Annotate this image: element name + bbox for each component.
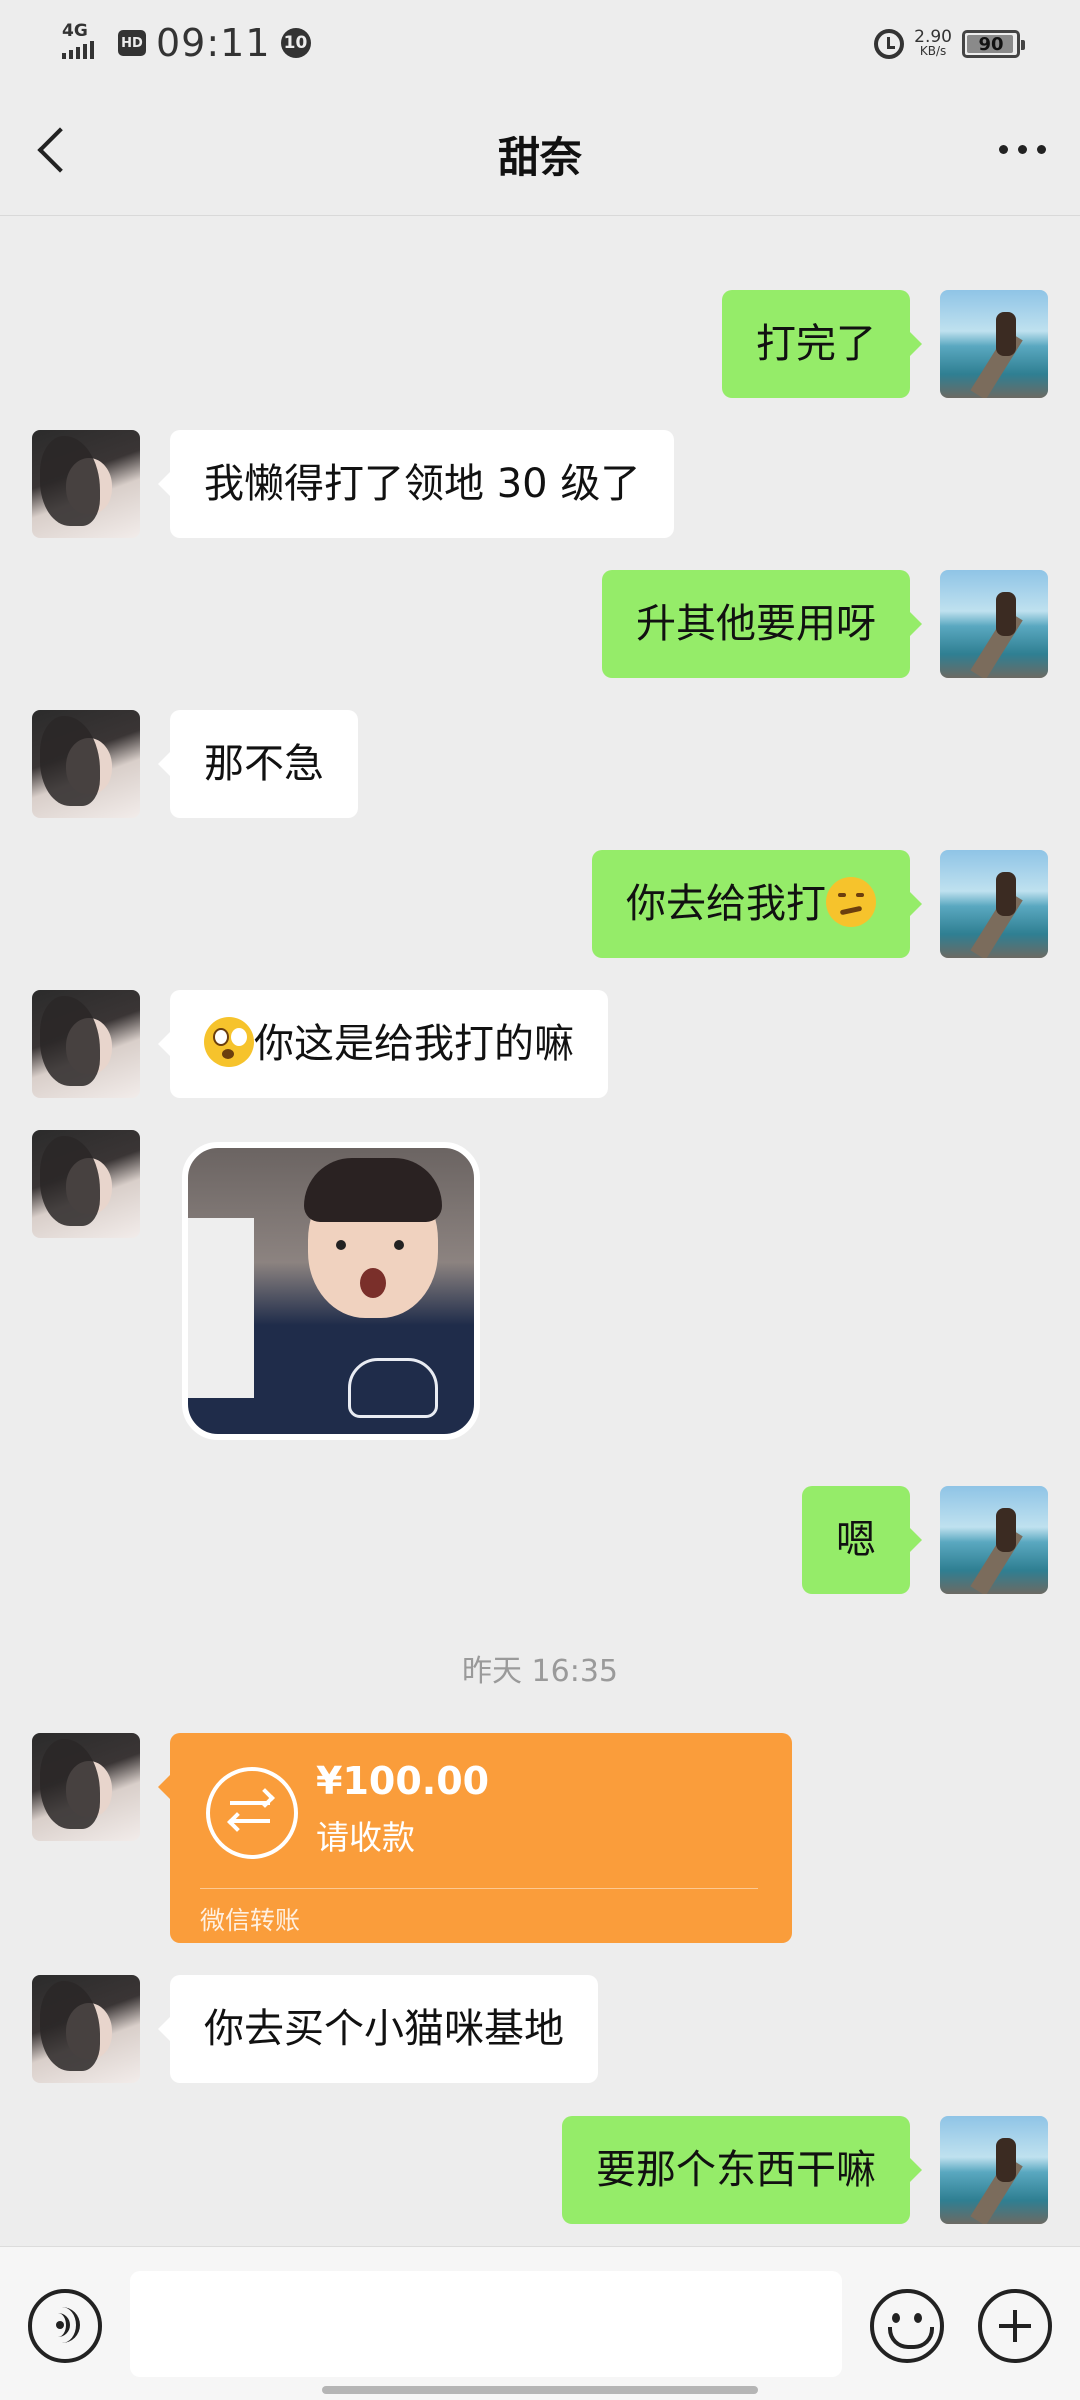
thinking-face-icon bbox=[826, 877, 876, 927]
message-text: 嗯 bbox=[836, 1517, 876, 1563]
home-indicator[interactable] bbox=[322, 2386, 758, 2394]
network-speed: 2.90 KB/s bbox=[914, 27, 952, 59]
battery-level: 90 bbox=[978, 33, 1004, 55]
hd-icon: HD bbox=[118, 30, 146, 56]
more-dots-icon[interactable] bbox=[990, 124, 1054, 174]
transfer-amount: ¥100.00 bbox=[316, 1759, 490, 1803]
message-input[interactable] bbox=[130, 2271, 842, 2377]
contact-avatar[interactable] bbox=[32, 710, 140, 818]
transfer-arrows-icon bbox=[206, 1767, 298, 1859]
contact-avatar[interactable] bbox=[32, 1130, 140, 1238]
incoming-bubble[interactable]: 你去买个小猫咪基地 bbox=[158, 1975, 598, 2083]
plus-icon[interactable] bbox=[978, 2289, 1052, 2363]
incoming-bubble[interactable]: 那不急 bbox=[158, 710, 358, 818]
battery-icon: 90 bbox=[962, 30, 1025, 58]
money-transfer-card[interactable]: ¥100.00 请收款 微信转账 bbox=[158, 1733, 792, 1943]
message-text: 要那个东西干嘛 bbox=[596, 2147, 876, 2193]
network-speed-unit: KB/s bbox=[919, 44, 947, 58]
status-bar: 4G HD 09:11 10 2.90 KB/s 90 bbox=[0, 0, 1080, 84]
outgoing-bubble[interactable]: 你去给我打 bbox=[592, 850, 922, 958]
outgoing-bubble[interactable]: 升其他要用呀 bbox=[602, 570, 922, 678]
my-avatar[interactable] bbox=[940, 570, 1048, 678]
contact-avatar[interactable] bbox=[32, 1733, 140, 1841]
outgoing-bubble[interactable]: 嗯 bbox=[802, 1486, 922, 1594]
chat-header: 甜奈 bbox=[0, 84, 1080, 216]
outgoing-bubble[interactable]: 打完了 bbox=[722, 290, 922, 398]
emoji-icon[interactable] bbox=[870, 2289, 944, 2363]
sticker-image[interactable] bbox=[182, 1142, 480, 1440]
chat-title: 甜奈 bbox=[497, 133, 582, 182]
status-time: 09:11 bbox=[156, 21, 271, 65]
transfer-divider bbox=[200, 1888, 758, 1889]
chat-input-bar bbox=[0, 2246, 1080, 2400]
network-speed-value: 2.90 bbox=[914, 27, 952, 47]
message-text: 升其他要用呀 bbox=[636, 601, 876, 647]
voice-icon[interactable] bbox=[28, 2289, 102, 2363]
notification-count-badge: 10 bbox=[280, 28, 311, 58]
my-avatar[interactable] bbox=[940, 290, 1048, 398]
transfer-status: 请收款 bbox=[316, 1818, 415, 1857]
message-text: 打完了 bbox=[756, 321, 876, 367]
message-text: 我懒得打了领地 30 级了 bbox=[204, 461, 641, 507]
incoming-bubble[interactable]: 我懒得打了领地 30 级了 bbox=[157, 430, 675, 538]
timestamp-divider: 昨天 16:35 bbox=[462, 1654, 618, 1689]
signal-icon: 4G bbox=[62, 23, 108, 63]
message-text: 你这是给我打的嘛 bbox=[254, 1021, 574, 1067]
message-text: 你去买个小猫咪基地 bbox=[204, 2006, 564, 2052]
contact-avatar[interactable] bbox=[32, 1975, 140, 2083]
alarm-icon bbox=[874, 29, 905, 59]
my-avatar[interactable] bbox=[940, 850, 1048, 958]
transfer-label: 微信转账 bbox=[200, 1906, 301, 1935]
flushed-face-icon bbox=[204, 1017, 254, 1067]
my-avatar[interactable] bbox=[940, 1486, 1048, 1594]
status-bar-left: 4G HD 09:11 10 bbox=[62, 18, 311, 68]
message-text: 你去给我打 bbox=[626, 881, 826, 927]
network-type: 4G bbox=[62, 21, 88, 41]
message-text: 那不急 bbox=[204, 741, 324, 787]
incoming-bubble[interactable]: 你这是给我打的嘛 bbox=[158, 990, 608, 1098]
contact-avatar[interactable] bbox=[32, 990, 140, 1098]
my-avatar[interactable] bbox=[940, 2116, 1048, 2224]
contact-avatar[interactable] bbox=[32, 430, 140, 538]
status-bar-right: 2.90 KB/s 90 bbox=[874, 22, 1025, 66]
outgoing-bubble[interactable]: 要那个东西干嘛 bbox=[562, 2116, 922, 2224]
